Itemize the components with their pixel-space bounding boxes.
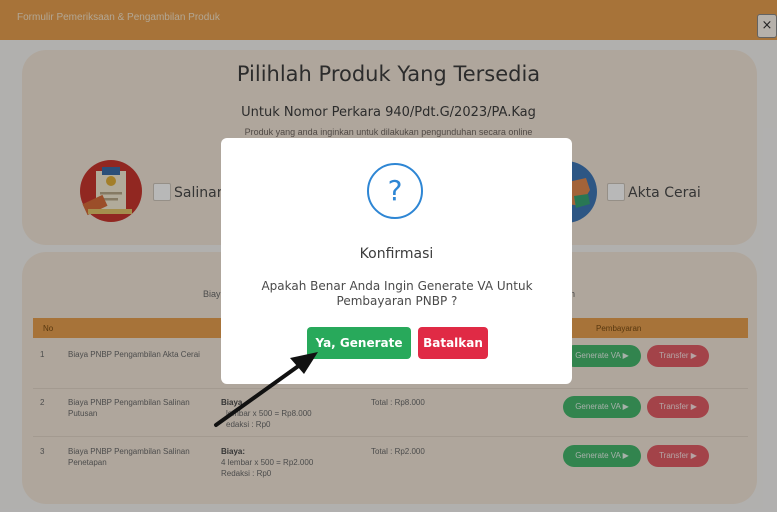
dialog-title: Konfirmasi (359, 246, 434, 262)
dialog-message: Apakah Benar Anda Ingin Generate VA Untu… (261, 279, 533, 308)
cancel-button[interactable]: Batalkan (418, 327, 488, 359)
question-icon: ? (367, 163, 423, 219)
confirm-generate-va-button[interactable]: Ya, Generate VA (307, 327, 411, 382)
confirm-dialog: ? Konfirmasi Apakah Benar Anda Ingin Gen… (221, 138, 572, 384)
